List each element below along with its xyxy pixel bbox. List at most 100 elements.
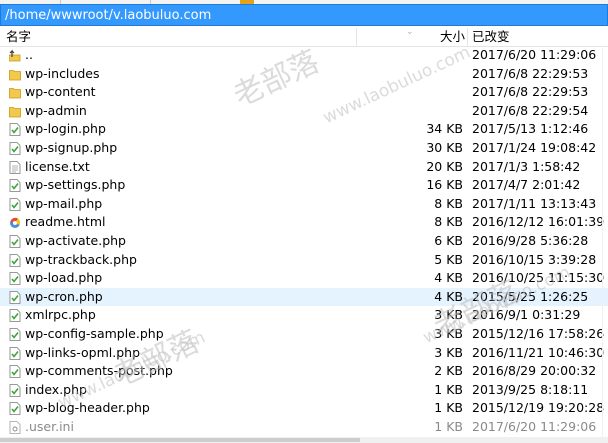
text-file-icon: [9, 160, 21, 174]
scrollbar-thumb[interactable]: [0, 438, 360, 442]
file-row[interactable]: license.txt 20 KB 2017/1/3 1:58:42: [0, 158, 608, 177]
file-row[interactable]: wp-includes 2017/6/8 22:29:53: [0, 65, 608, 84]
file-size: 4 KB: [434, 288, 463, 304]
file-size: 2 KB: [434, 363, 463, 379]
file-name: wp-mail.php: [25, 195, 103, 211]
file-modified: 2016/12/12 16:01:39: [472, 214, 605, 230]
file-size: 3 KB: [434, 307, 463, 323]
file-row[interactable]: index.php 1 KB 2013/9/25 8:18:11: [0, 381, 608, 400]
file-modified: 2016/9/1 0:31:29: [472, 307, 581, 323]
file-name: ..: [25, 47, 33, 62]
parent-folder-icon: [8, 49, 21, 62]
file-row[interactable]: wp-content 2017/6/8 22:29:53: [0, 83, 608, 102]
file-name: license.txt: [25, 158, 90, 174]
file-name: wp-links-opml.php: [25, 344, 141, 360]
php-file-icon: [9, 383, 21, 397]
file-row[interactable]: wp-config-sample.php 3 KB 2015/12/16 17:58…: [0, 325, 608, 344]
file-modified: 2017/6/8 22:29:54: [472, 102, 589, 118]
file-modified: 2013/9/25 8:18:11: [472, 381, 589, 397]
folder-icon: [9, 68, 21, 81]
file-size: 34 KB: [426, 121, 463, 137]
html-file-icon: [9, 216, 21, 229]
file-size: 1 KB: [434, 418, 463, 434]
file-modified: 2017/1/24 19:08:42: [472, 139, 597, 155]
file-name: wp-settings.php: [25, 177, 126, 193]
php-file-icon: [9, 365, 21, 378]
file-name: wp-cron.php: [25, 288, 103, 304]
file-name: wp-content: [25, 84, 96, 100]
file-row[interactable]: readme.html 8 KB 2016/12/12 16:01:39: [0, 213, 608, 232]
file-size: 4 KB: [434, 270, 463, 286]
file-row[interactable]: wp-mail.php 8 KB 2017/1/11 13:13:43: [0, 195, 608, 214]
file-row[interactable]: wp-signup.php 30 KB 2017/1/24 19:08:42: [0, 139, 608, 158]
file-name: index.php: [25, 381, 87, 397]
file-modified: 2015/12/19 19:20:28: [472, 400, 605, 416]
file-row[interactable]: wp-trackback.php 5 KB 2016/10/15 3:39:28: [0, 251, 608, 270]
php-file-icon: [9, 328, 21, 341]
file-name: wp-comments-post.php: [25, 363, 173, 379]
file-size: 5 KB: [434, 251, 463, 267]
file-row[interactable]: xmlrpc.php 3 KB 2016/9/1 0:31:29: [0, 306, 608, 325]
path-bar[interactable]: /home/wwwroot/v.laobuluo.com: [0, 4, 608, 26]
file-size: 30 KB: [426, 139, 463, 155]
php-file-icon: [9, 346, 21, 360]
file-row[interactable]: wp-admin 2017/6/8 22:29:54: [0, 102, 608, 121]
folder-icon: [9, 105, 21, 118]
current-path[interactable]: /home/wwwroot/v.laobuluo.com: [5, 7, 211, 24]
file-row[interactable]: wp-blog-header.php 1 KB 2015/12/19 19:20:2…: [0, 399, 608, 418]
file-size: 8 KB: [434, 195, 463, 211]
horizontal-scrollbar[interactable]: [0, 437, 608, 443]
php-file-icon: [9, 197, 21, 211]
file-row[interactable]: wp-cron.php 4 KB 2015/5/25 1:26:25: [0, 287, 608, 307]
file-row[interactable]: wp-links-opml.php 3 KB 2016/11/21 10:46:30: [0, 344, 608, 363]
file-row[interactable]: wp-login.php 34 KB 2017/5/13 1:12:46: [0, 120, 608, 139]
file-size: 3 KB: [434, 325, 463, 341]
file-row[interactable]: wp-load.php 4 KB 2016/10/25 11:15:30: [0, 269, 608, 288]
file-list: .. 2017/6/20 11:29:06 wp-includes 2017/6/8 …: [0, 46, 608, 436]
file-name: wp-load.php: [25, 270, 103, 286]
file-name: wp-blog-header.php: [25, 400, 150, 416]
php-file-icon: [9, 253, 21, 267]
file-name: xmlrpc.php: [25, 307, 96, 323]
file-modified: 2017/6/20 11:29:06: [472, 47, 597, 62]
file-name: wp-login.php: [25, 121, 106, 137]
column-modified-header[interactable]: 已改变: [472, 28, 510, 47]
file-modified: 2016/10/15 3:39:28: [472, 251, 597, 267]
php-file-icon: [9, 309, 21, 323]
file-size: 1 KB: [434, 381, 463, 397]
file-size: 16 KB: [426, 177, 463, 193]
file-modified: 2016/8/29 20:00:32: [472, 363, 597, 379]
file-modified: 2017/5/13 1:12:46: [472, 121, 589, 137]
file-row[interactable]: wp-settings.php 16 KB 2017/4/7 2:01:42: [0, 176, 608, 195]
file-name: wp-activate.php: [25, 232, 126, 248]
file-name: .user.ini: [25, 418, 74, 434]
file-modified: 2015/5/25 1:26:25: [472, 288, 589, 304]
file-modified: 2017/1/11 13:13:43: [472, 195, 597, 211]
file-row[interactable]: .. 2017/6/20 11:29:06: [0, 46, 608, 65]
file-name: readme.html: [25, 214, 106, 230]
php-file-icon: [9, 123, 21, 137]
file-name: wp-trackback.php: [25, 251, 137, 267]
list-edge: [602, 46, 603, 437]
column-header: 名字 ⌄ 大小 已改变: [0, 28, 608, 47]
file-modified: 2017/1/3 1:58:42: [472, 158, 581, 174]
file-name: wp-signup.php: [25, 139, 118, 155]
file-name: wp-config-sample.php: [25, 325, 164, 341]
column-size-header[interactable]: 大小: [357, 28, 465, 47]
folder-icon: [9, 86, 21, 99]
file-modified: 2017/6/20 11:29:06: [472, 418, 597, 434]
column-divider[interactable]: [467, 28, 468, 47]
file-size: 8 KB: [434, 214, 463, 230]
file-name: wp-admin: [25, 102, 87, 118]
file-size: 6 KB: [434, 232, 463, 248]
column-name-header[interactable]: 名字: [6, 28, 31, 47]
file-row[interactable]: wp-activate.php 6 KB 2016/9/28 5:36:28: [0, 232, 608, 251]
php-file-icon: [9, 179, 21, 193]
file-modified: 2017/6/8 22:29:53: [472, 84, 589, 100]
file-modified: 2016/11/21 10:46:30: [472, 344, 605, 360]
file-row[interactable]: wp-comments-post.php 2 KB 2016/8/29 20:00:…: [0, 362, 608, 381]
file-size: 1 KB: [434, 400, 463, 416]
file-row[interactable]: .user.ini 1 KB 2017/6/20 11:29:06: [0, 418, 608, 437]
file-modified: 2015/12/16 17:58:26: [472, 325, 605, 341]
file-size: 3 KB: [434, 344, 463, 360]
